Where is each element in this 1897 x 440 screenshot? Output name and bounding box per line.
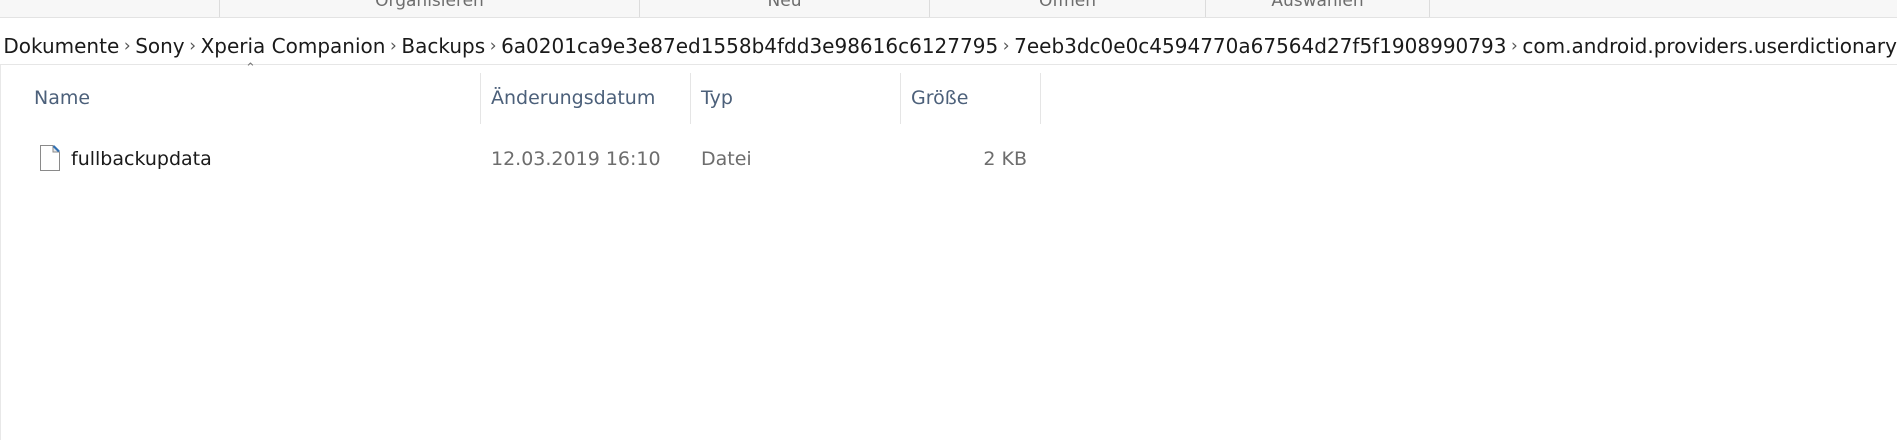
column-header-row: ⌃ Name Änderungsdatum Typ Größe [1,61,1041,131]
breadcrumb-item-xperia-companion[interactable]: Xperia Companion [201,34,386,58]
chevron-right-icon[interactable]: › [998,36,1014,56]
column-header-date-label: Änderungsdatum [491,87,656,109]
column-header-type-label: Typ [701,87,733,109]
chevron-right-icon[interactable]: › [385,36,401,56]
column-header-size-label: Größe [911,87,969,109]
column-divider[interactable] [480,73,481,124]
ribbon-group-new: Neu [640,0,930,17]
column-header-date[interactable]: Änderungsdatum [482,65,690,131]
breadcrumb-item-sony[interactable]: Sony [135,34,184,58]
ribbon-group-spacer [0,0,220,17]
file-type: Datei [701,148,752,170]
file-list: ⌃ Name Änderungsdatum Typ Größe fullback… [0,61,1897,440]
ribbon-group-label: Organisieren [375,0,484,11]
ribbon-group-organize: Organisieren [220,0,640,17]
ribbon-group-open: Öffnen [930,0,1206,17]
ribbon-group-label: Auswählen [1271,0,1364,11]
breadcrumb-item-current-folder[interactable]: com.android.providers.userdictionary [1522,34,1897,58]
file-size: 2 KB [983,148,1027,170]
file-modified-date: 12.03.2019 16:10 [491,148,661,170]
chevron-right-icon[interactable]: › [119,36,135,56]
column-header-type[interactable]: Typ [692,65,900,131]
ribbon-group-label: Neu [767,0,802,11]
file-icon [40,145,60,171]
breadcrumb-item-device-id[interactable]: 7eeb3dc0e0c4594770a67564d27f5f1908990793 [1014,34,1506,58]
ribbon-group-select: Auswählen [1206,0,1430,17]
column-header-name-label: Name [34,87,91,109]
column-divider[interactable] [900,73,901,124]
breadcrumb-item-backups[interactable]: Backups [401,34,485,58]
chevron-right-icon[interactable]: › [1506,36,1522,56]
column-header-size[interactable]: Größe [902,65,1040,131]
chevron-right-icon[interactable]: › [485,36,501,56]
file-explorer-window: Organisieren Neu Öffnen Auswählen Dokume… [0,0,1897,440]
breadcrumb-item-documents[interactable]: Dokumente [3,34,119,58]
file-row[interactable]: fullbackupdata 12.03.2019 16:10 Datei 2 … [1,131,1041,187]
breadcrumb[interactable]: Dokumente › Sony › Xperia Companion › Ba… [0,28,1897,65]
chevron-right-icon[interactable]: › [185,36,201,56]
column-header-name[interactable]: Name [25,65,480,131]
file-name[interactable]: fullbackupdata [71,131,212,187]
breadcrumb-item-backup-id[interactable]: 6a0201ca9e3e87ed1558b4fdd3e98616c6127795 [501,34,998,58]
column-divider[interactable] [690,73,691,124]
ribbon-group-label: Öffnen [1038,0,1097,11]
column-divider[interactable] [1040,73,1041,124]
ribbon-group-strip: Organisieren Neu Öffnen Auswählen [0,0,1897,18]
